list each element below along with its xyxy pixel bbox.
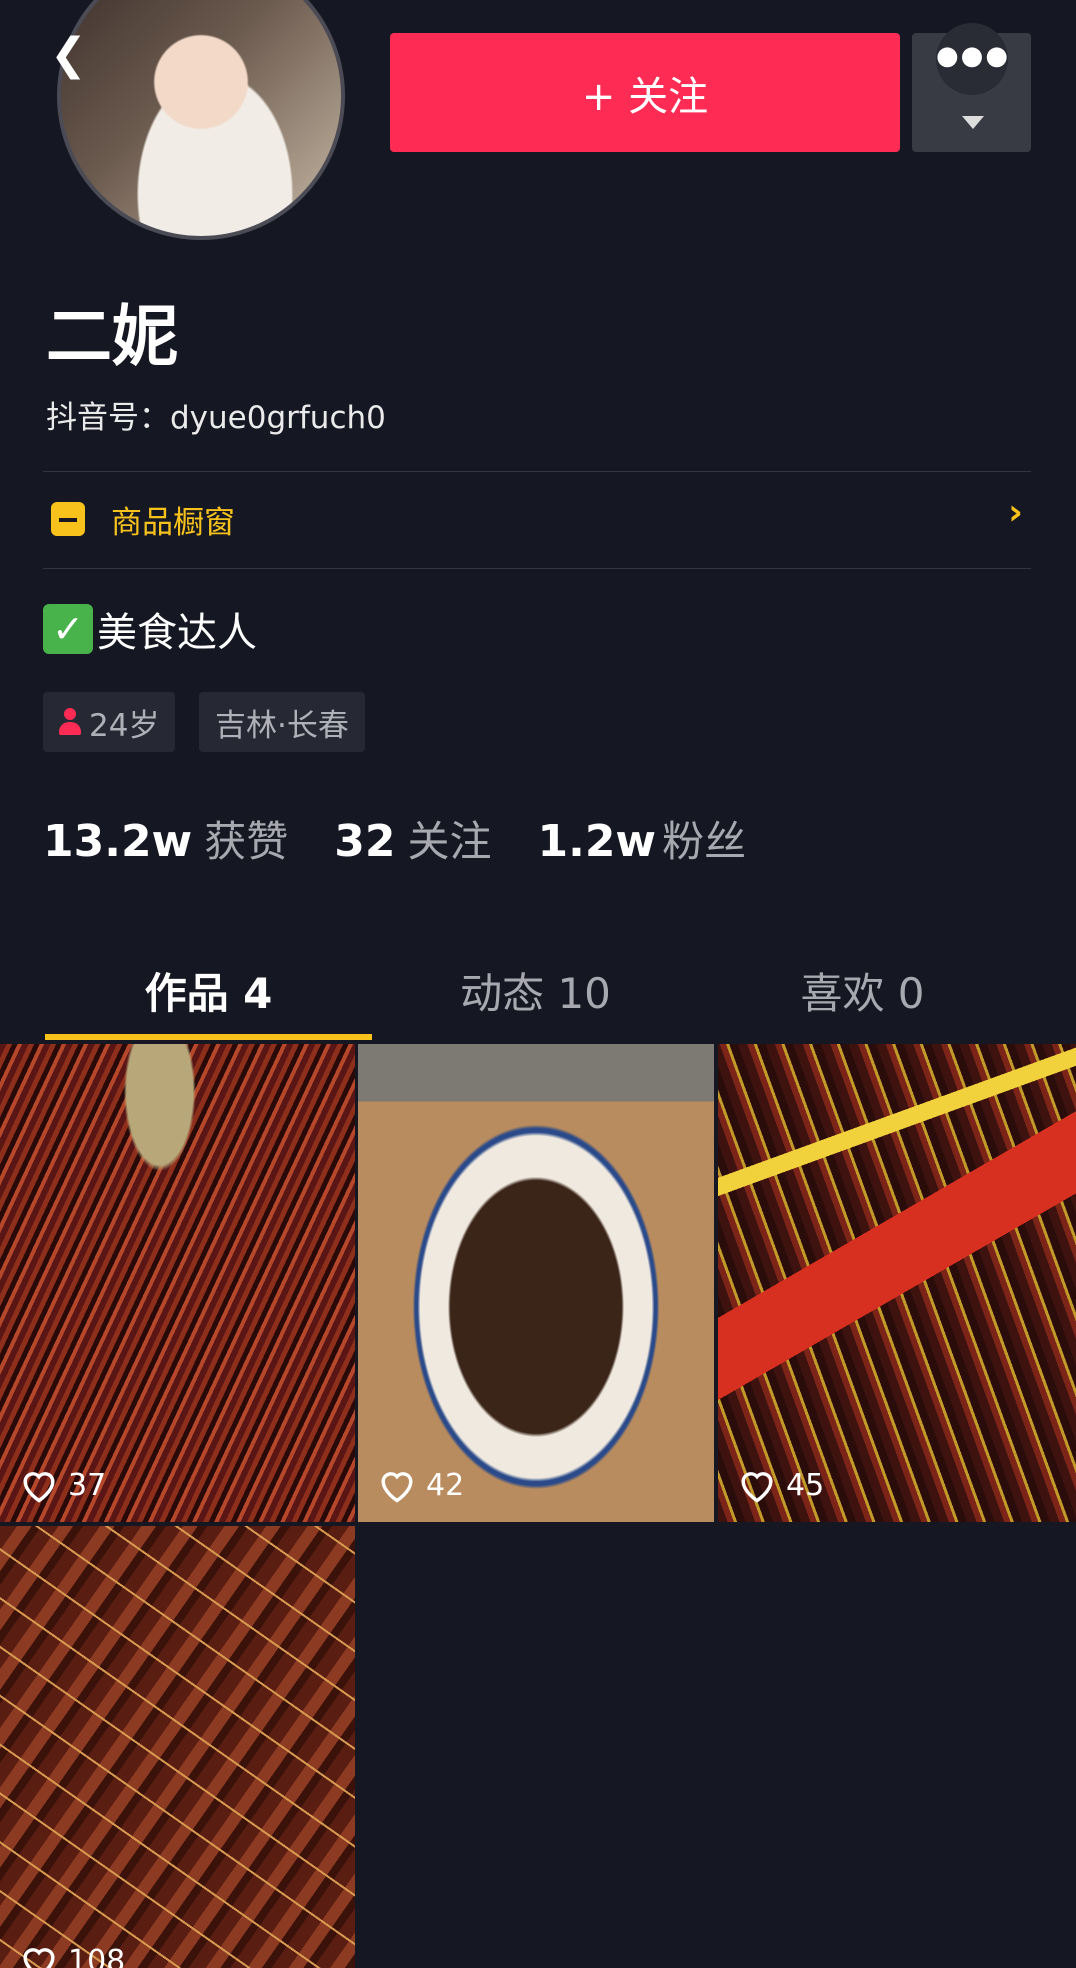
tab-likes[interactable]: 喜欢 0 — [699, 960, 1026, 1021]
caret-down-icon — [962, 116, 984, 129]
chevron-left-icon[interactable]: ❮ — [50, 30, 90, 80]
follow-label: + 关注 — [581, 73, 709, 120]
heart-icon — [23, 1472, 55, 1503]
likes-count: 37 — [68, 1467, 107, 1503]
tab-works[interactable]: 作品 4 — [45, 960, 372, 1021]
heart-icon — [23, 1948, 55, 1968]
content-tabs: 作品 4 动态 10 喜欢 0 — [0, 940, 1076, 1040]
likes-count: 45 — [786, 1467, 825, 1503]
age-text: 24岁 — [89, 707, 160, 744]
more-circle: ●●● — [936, 23, 1008, 95]
divider — [43, 568, 1031, 569]
likes-label: 获赞 — [204, 817, 289, 866]
followers-label[interactable]: 粉丝 — [662, 808, 746, 869]
shop-window-row[interactable]: 商品橱窗 › — [43, 472, 1031, 568]
heart-icon — [741, 1472, 773, 1503]
follow-button[interactable]: + 关注 — [390, 33, 900, 152]
more-button[interactable]: ●●● — [912, 23, 1031, 152]
following-count[interactable]: 32 — [334, 816, 395, 867]
location-tag: 吉林·长春 — [199, 692, 365, 752]
following-label[interactable]: 关注 — [407, 808, 491, 869]
video-likes: 45 — [736, 1466, 824, 1504]
heart-icon — [381, 1472, 413, 1503]
profile-stats: 13.2w 获赞 32 关注 1.2w 粉丝 — [43, 808, 792, 869]
tab-moments[interactable]: 动态 10 — [372, 960, 699, 1021]
chevron-right-icon: › — [1008, 492, 1023, 533]
bio: ✓ 美食达人 — [43, 600, 257, 658]
video-likes: 37 — [18, 1466, 106, 1504]
check-badge-icon: ✓ — [43, 604, 93, 654]
location-text: 吉林·长春 — [215, 707, 349, 744]
likes-count: 13.2w — [43, 816, 193, 867]
active-tab-indicator — [45, 1034, 372, 1040]
likes-count: 108 — [68, 1943, 126, 1968]
video-thumbnail[interactable]: 108 — [0, 1526, 355, 1968]
bio-text: 美食达人 — [97, 610, 257, 656]
profile-avatar[interactable] — [57, 0, 345, 240]
followers-count[interactable]: 1.2w — [537, 816, 656, 867]
likes-count: 42 — [426, 1467, 465, 1503]
douyin-id: 抖音号：dyue0grfuch0 — [46, 400, 386, 436]
video-thumbnail[interactable]: 37 — [0, 1044, 355, 1522]
person-icon — [59, 708, 81, 736]
ellipsis-icon: ●●● — [936, 41, 1011, 71]
shop-window-label: 商品橱窗 — [111, 505, 235, 541]
profile-name: 二妮 — [46, 298, 178, 375]
video-thumbnail[interactable]: 42 — [358, 1044, 714, 1522]
age-tag: 24岁 — [43, 692, 176, 752]
video-thumbnail[interactable]: 45 — [718, 1044, 1076, 1522]
video-likes: 108 — [18, 1942, 125, 1968]
shop-icon — [51, 502, 85, 536]
video-likes: 42 — [376, 1466, 464, 1504]
